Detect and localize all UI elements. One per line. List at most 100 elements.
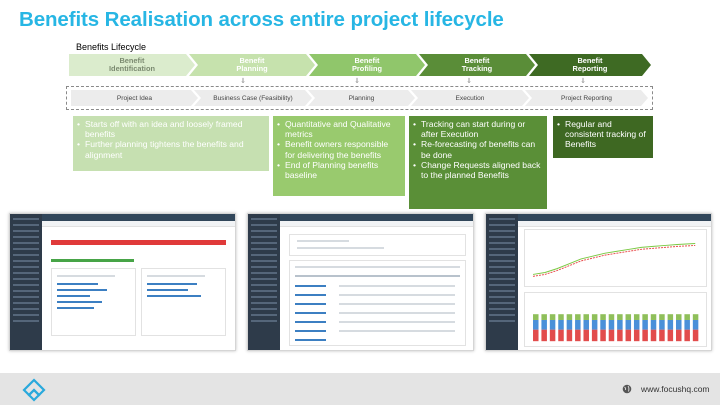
thumbnail-bar <box>566 329 573 342</box>
down-arrow-icon: ⇓ <box>240 78 246 85</box>
thumbnail-bar <box>541 319 548 330</box>
phase-label: Execution <box>455 94 485 102</box>
thumbnail-bar <box>550 314 556 320</box>
phase-label: Planning <box>348 94 375 102</box>
thumbnail-bar <box>634 314 640 320</box>
thumbnail-bar <box>617 314 623 320</box>
thumbnail-bar <box>684 329 691 342</box>
phase-label: Business Case (Feasibility) <box>213 94 293 102</box>
thumbnail-bar <box>566 314 573 320</box>
detail-panel <box>50 268 136 336</box>
phase-business-case: Business Case (Feasibility) <box>194 90 312 106</box>
thumbnail-bar <box>634 329 640 342</box>
website-url[interactable]: www.focushq.com <box>641 384 710 394</box>
stage-profiling: Benefit Profiling <box>309 54 425 76</box>
thumbnail-bar <box>684 319 691 330</box>
down-arrow-icon: ⇓ <box>466 78 472 85</box>
stage-chevrons: Benefit Identification Benefit Planning … <box>69 54 651 76</box>
thumbnail-bar <box>533 329 539 342</box>
thumbnail-bar <box>533 314 539 320</box>
app-topbar <box>517 214 711 221</box>
thumbnail-bar <box>684 314 691 320</box>
detail-panel <box>140 268 226 336</box>
thumbnail-bar <box>667 314 674 320</box>
globe-icon <box>622 384 632 394</box>
thumbnail-bar <box>566 319 573 330</box>
thumbnail-bar <box>592 329 598 342</box>
lifecycle-label: Benefits Lifecycle <box>76 42 147 52</box>
thumbnail-bar <box>583 329 590 342</box>
thumbnail-bar <box>608 329 615 342</box>
progress-bar <box>50 259 134 262</box>
app-sidebar <box>248 214 280 350</box>
down-arrow-icon: ⇓ <box>580 78 586 85</box>
down-arrow-icon: ⇓ <box>354 78 360 85</box>
thumbnail-bar <box>617 319 623 330</box>
app-subheader <box>517 221 711 227</box>
profiling-description: Quantitative and Qualitative metrics Ben… <box>273 116 405 196</box>
thumbnail-bar <box>642 319 649 330</box>
stage-planning: Benefit Planning <box>189 54 315 76</box>
stage-identification: Benefit Identification <box>69 54 195 76</box>
line-chart-thumbnail <box>533 243 696 277</box>
app-subheader <box>279 221 473 227</box>
thumbnail-bar <box>667 329 674 342</box>
thumbnail-bar <box>583 314 590 320</box>
thumbnail-bar <box>676 329 682 342</box>
description-bullet: Regular and consistent tracking of Benef… <box>557 119 648 150</box>
benefits-tracking-screenshot <box>247 213 474 351</box>
thumbnail-bar <box>617 329 623 342</box>
thumbnail-bar <box>608 319 615 330</box>
thumbnail-bar <box>667 319 674 330</box>
phase-project-idea: Project Idea <box>71 90 198 106</box>
app-topbar <box>279 214 473 221</box>
reporting-description: Regular and consistent tracking of Benef… <box>553 116 653 158</box>
description-bullet: Benefit owners responsible for deliverin… <box>277 139 400 159</box>
thumbnail-bar <box>693 319 699 330</box>
thumbnail-bar <box>592 314 598 320</box>
thumbnail-bar <box>642 314 649 320</box>
description-bullet: Quantitative and Qualitative metrics <box>277 119 400 139</box>
benefits-table <box>288 260 467 346</box>
thumbnail-bar <box>541 314 548 320</box>
stage-label: Benefit Reporting <box>572 56 608 73</box>
thumbnail-bar <box>541 329 548 342</box>
phase-execution: Execution <box>411 90 529 106</box>
phase-label: Project Reporting <box>561 94 612 102</box>
thumbnail-bar <box>625 329 632 342</box>
thumbnail-bar <box>651 314 657 320</box>
thumbnail-bar <box>575 329 581 342</box>
thumbnail-bar <box>558 314 565 320</box>
page-title: Benefits Realisation across entire proje… <box>19 8 504 31</box>
description-bullet: Starts off with an idea and loosely fram… <box>77 119 264 139</box>
thumbnail-bar <box>659 314 665 320</box>
alert-bar <box>50 240 226 245</box>
description-bullet: Change Requests aligned back to the plan… <box>413 160 542 180</box>
thumbnail-bar <box>693 314 699 320</box>
stage-label: Benefit Profiling <box>352 56 382 73</box>
app-sidebar <box>486 214 518 350</box>
thumbnail-bar <box>676 314 682 320</box>
phase-label: Project Idea <box>116 94 153 102</box>
project-details-screenshot <box>9 213 236 351</box>
thumbnail-bar <box>625 314 632 320</box>
stage-label: Benefit Tracking <box>461 56 493 73</box>
thumbnail-bar <box>642 329 649 342</box>
thumbnail-bar <box>600 329 607 342</box>
phase-planning: Planning <box>308 90 415 106</box>
thumbnail-bar <box>651 319 657 330</box>
benefits-by-period-chart <box>524 292 707 347</box>
thumbnail-bar <box>600 319 607 330</box>
app-topbar <box>41 214 235 221</box>
thumbnail-bar <box>659 319 665 330</box>
thumbnail-bar <box>634 319 640 330</box>
description-bullet: Further planning tightens the benefits a… <box>77 139 264 159</box>
description-bullet: Tracking can start during or after Execu… <box>413 119 542 139</box>
identification-description: Starts off with an idea and loosely fram… <box>73 116 269 171</box>
description-bullet: Re-forecasting of benefits can be done <box>413 139 542 159</box>
phase-project-reporting: Project Reporting <box>525 90 648 106</box>
thumbnail-bar <box>550 329 556 342</box>
thumbnail-bar <box>676 319 682 330</box>
thumbnail-bar <box>533 319 539 330</box>
benefits-charts-screenshot <box>485 213 712 351</box>
